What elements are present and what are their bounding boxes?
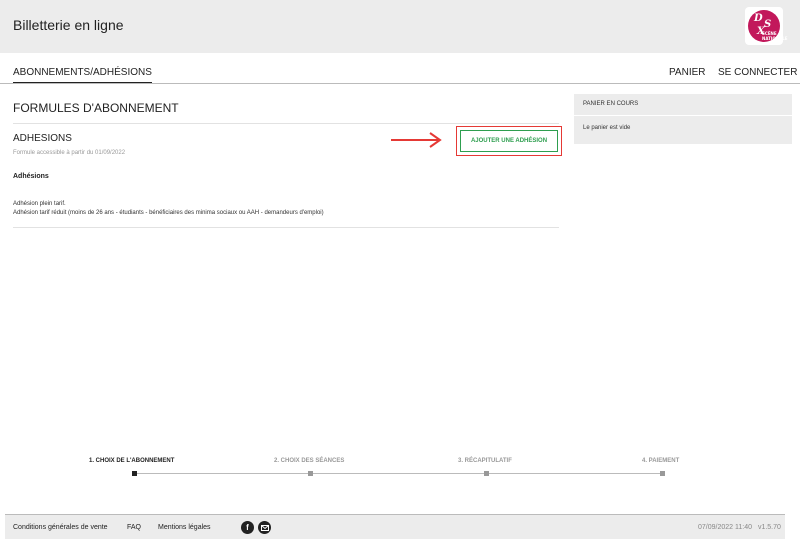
step-marker bbox=[132, 471, 137, 476]
footer-link-faq[interactable]: FAQ bbox=[127, 524, 141, 531]
divider bbox=[13, 123, 559, 124]
timestamp: 07/09/2022 11:40 bbox=[698, 524, 752, 531]
highlight-box: AJOUTER UNE ADHÉSION bbox=[456, 126, 562, 156]
step-marker bbox=[308, 471, 313, 476]
list-item: Adhésion plein tarif. bbox=[13, 201, 66, 207]
cart-title: PANIER EN COURS bbox=[583, 101, 639, 107]
step-label-1: 1. CHOIX DE L'ABONNEMENT bbox=[89, 458, 175, 464]
cart-header: PANIER EN COURS bbox=[574, 94, 792, 116]
app-title: Billetterie en ligne bbox=[13, 17, 124, 33]
section-title: ADHESIONS bbox=[13, 133, 72, 144]
logo-letter: S bbox=[764, 19, 772, 30]
email-icon[interactable] bbox=[258, 521, 271, 534]
facebook-icon[interactable]: f bbox=[241, 521, 254, 534]
progress-steps: 1. CHOIX DE L'ABONNEMENT 2. CHOIX DES SÉ… bbox=[0, 450, 800, 485]
arrow-right-icon bbox=[391, 132, 442, 148]
step-label-2: 2. CHOIX DES SÉANCES bbox=[274, 458, 345, 464]
cart-link[interactable]: PANIER bbox=[669, 67, 706, 78]
footer-link-cgv[interactable]: Conditions générales de vente bbox=[13, 524, 108, 531]
logo-disc: D S X SCÈNE NATIONALE bbox=[748, 10, 787, 42]
step-label-4: 4. PAIEMENT bbox=[642, 458, 680, 464]
footer-meta: 07/09/2022 11:40 v1.5.70 bbox=[698, 524, 781, 531]
main-nav: ABONNEMENTS/ADHÉSIONS PANIER SE CONNECTE… bbox=[0, 53, 800, 84]
footer: Conditions générales de vente FAQ Mentio… bbox=[5, 514, 785, 539]
step-label-3: 3. RÉCAPITULATIF bbox=[458, 458, 512, 464]
top-header: Billetterie en ligne D S X SCÈNE NATIONA… bbox=[0, 0, 800, 53]
list-item: Adhésion tarif réduit (moins de 26 ans -… bbox=[13, 210, 324, 216]
version-label: v1.5.70 bbox=[757, 524, 781, 531]
cart-panel: PANIER EN COURS Le panier est vide bbox=[574, 94, 792, 144]
logo-tagline: SCÈNE NATIONALE bbox=[762, 31, 788, 41]
cart-empty-message: Le panier est vide bbox=[583, 125, 631, 131]
group-label: Adhésions bbox=[13, 173, 49, 180]
login-link[interactable]: SE CONNECTER bbox=[718, 67, 797, 78]
divider bbox=[13, 227, 559, 228]
availability-note: Formule accessible à partir du 01/09/202… bbox=[13, 150, 126, 156]
progress-track bbox=[134, 473, 663, 474]
page-title: FORMULES D'ABONNEMENT bbox=[13, 101, 179, 115]
step-marker bbox=[660, 471, 665, 476]
add-adhesion-button[interactable]: AJOUTER UNE ADHÉSION bbox=[460, 130, 558, 152]
logo-letter: D bbox=[754, 13, 763, 24]
footer-link-legal[interactable]: Mentions légales bbox=[158, 524, 211, 531]
step-marker bbox=[484, 471, 489, 476]
brand-logo[interactable]: D S X SCÈNE NATIONALE bbox=[745, 7, 787, 45]
tab-abonnements[interactable]: ABONNEMENTS/ADHÉSIONS bbox=[13, 67, 152, 83]
